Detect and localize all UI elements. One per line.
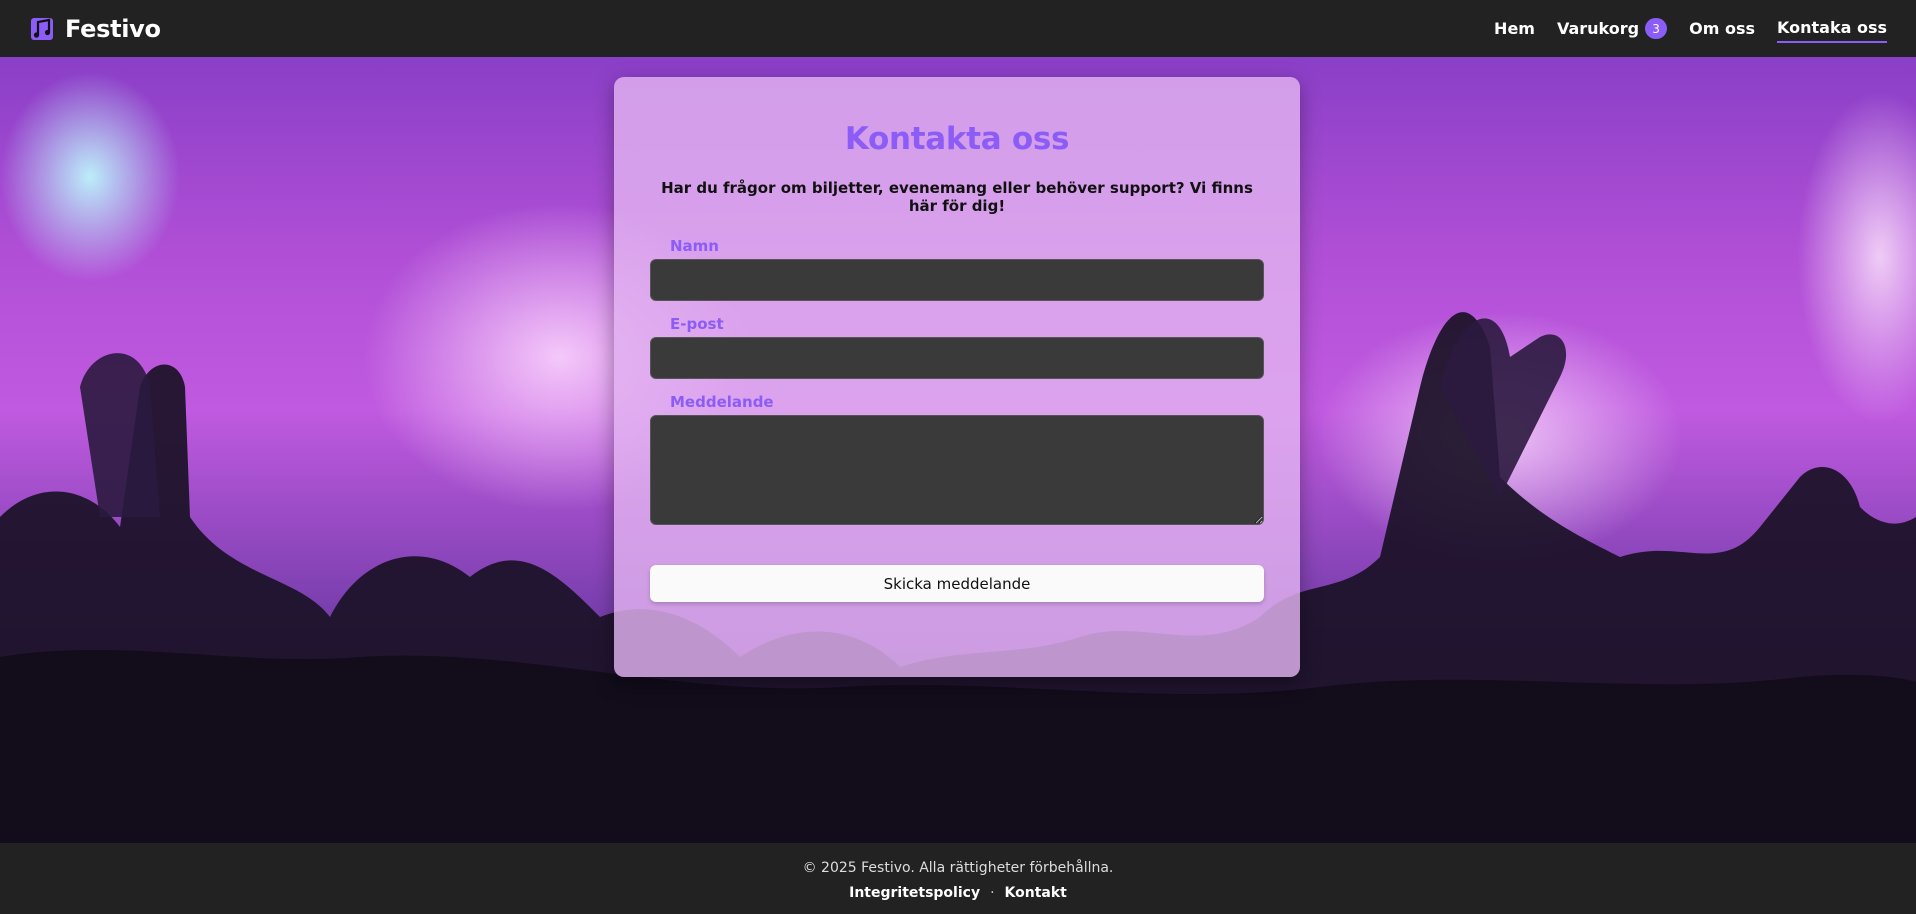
nav-cart-label: Varukorg (1556, 19, 1640, 38)
contact-intro: Har du frågor om biljetter, evenemang el… (661, 179, 1253, 215)
copyright-text: © 2025 Festivo. Alla rättigheter förbehå… (802, 860, 1114, 876)
name-field-group: Namn (650, 237, 1264, 301)
main-nav: Hem Varukorg 3 Om oss Kontaka oss (1494, 14, 1887, 43)
send-message-button[interactable]: Skicka meddelande (650, 565, 1264, 602)
footer-separator: · (990, 885, 995, 901)
brand-name: Festivo (65, 14, 161, 43)
top-navbar: Festivo Hem Varukorg 3 Om oss Kontaka os… (0, 0, 1916, 57)
email-input[interactable] (650, 337, 1264, 379)
footer-links: Integritetspolicy · Kontakt (0, 885, 1916, 901)
page-footer: © 2025 Festivo. Alla rättigheter förbehå… (0, 843, 1916, 914)
name-label: Namn (670, 237, 719, 255)
contact-card: Kontakta oss Har du frågor om biljetter,… (614, 77, 1300, 677)
name-input[interactable] (650, 259, 1264, 301)
nav-about[interactable]: Om oss (1689, 15, 1755, 42)
music-notes-icon (29, 15, 57, 43)
cart-count-badge: 3 (1645, 18, 1668, 39)
message-label: Meddelande (670, 393, 774, 411)
email-field-group: E-post (650, 315, 1264, 379)
nav-home[interactable]: Hem (1494, 15, 1535, 42)
message-textarea[interactable] (650, 415, 1264, 525)
nav-contact[interactable]: Kontaka oss (1777, 14, 1887, 43)
page-title: Kontakta oss (844, 121, 1070, 157)
message-field-group: Meddelande (650, 393, 1264, 525)
brand-logo[interactable]: Festivo (29, 15, 161, 43)
nav-cart[interactable]: Varukorg 3 (1556, 14, 1668, 43)
footer-privacy-link[interactable]: Integritetspolicy (849, 885, 980, 901)
email-label: E-post (670, 315, 724, 333)
footer-contact-link[interactable]: Kontakt (1005, 885, 1067, 901)
